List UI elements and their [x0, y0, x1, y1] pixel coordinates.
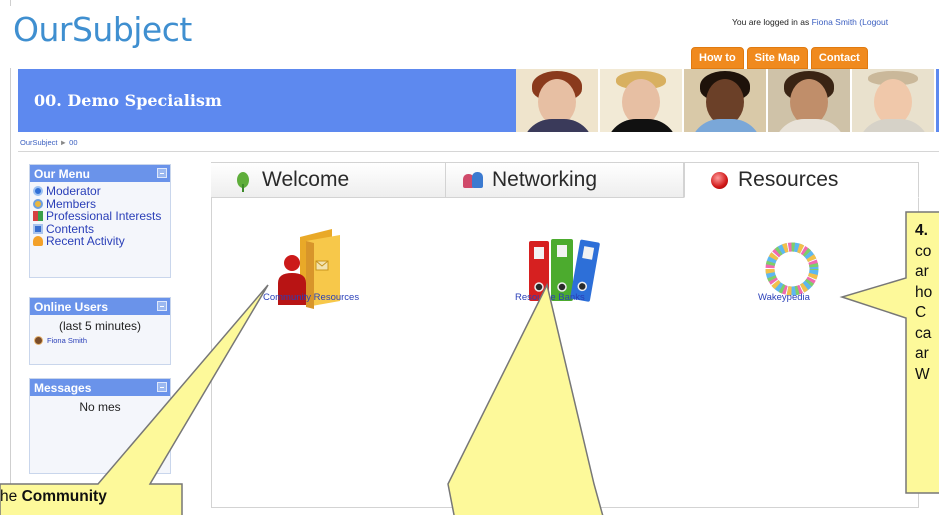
callout-left-prefix: he [0, 488, 22, 505]
callout-community [0, 284, 269, 515]
callout-right-line: ar [915, 345, 929, 362]
callout-right-text: 4. co ar ho C ca ar W [915, 221, 932, 385]
callout-right-line: ho [915, 283, 933, 301]
callout-right-number: 4. [915, 222, 928, 239]
callouts-layer [0, 211, 939, 515]
callout-right-line: C [915, 304, 927, 321]
callout-right-line: co [915, 242, 932, 260]
callout-right-line: W [915, 365, 930, 383]
callout-right-line: ca [915, 324, 932, 342]
callout-right-line: ar [915, 263, 929, 280]
callout-left-bold: Community [21, 488, 107, 505]
callout-resource-banks [447, 282, 604, 515]
callout-left-text: he Community [0, 487, 107, 508]
